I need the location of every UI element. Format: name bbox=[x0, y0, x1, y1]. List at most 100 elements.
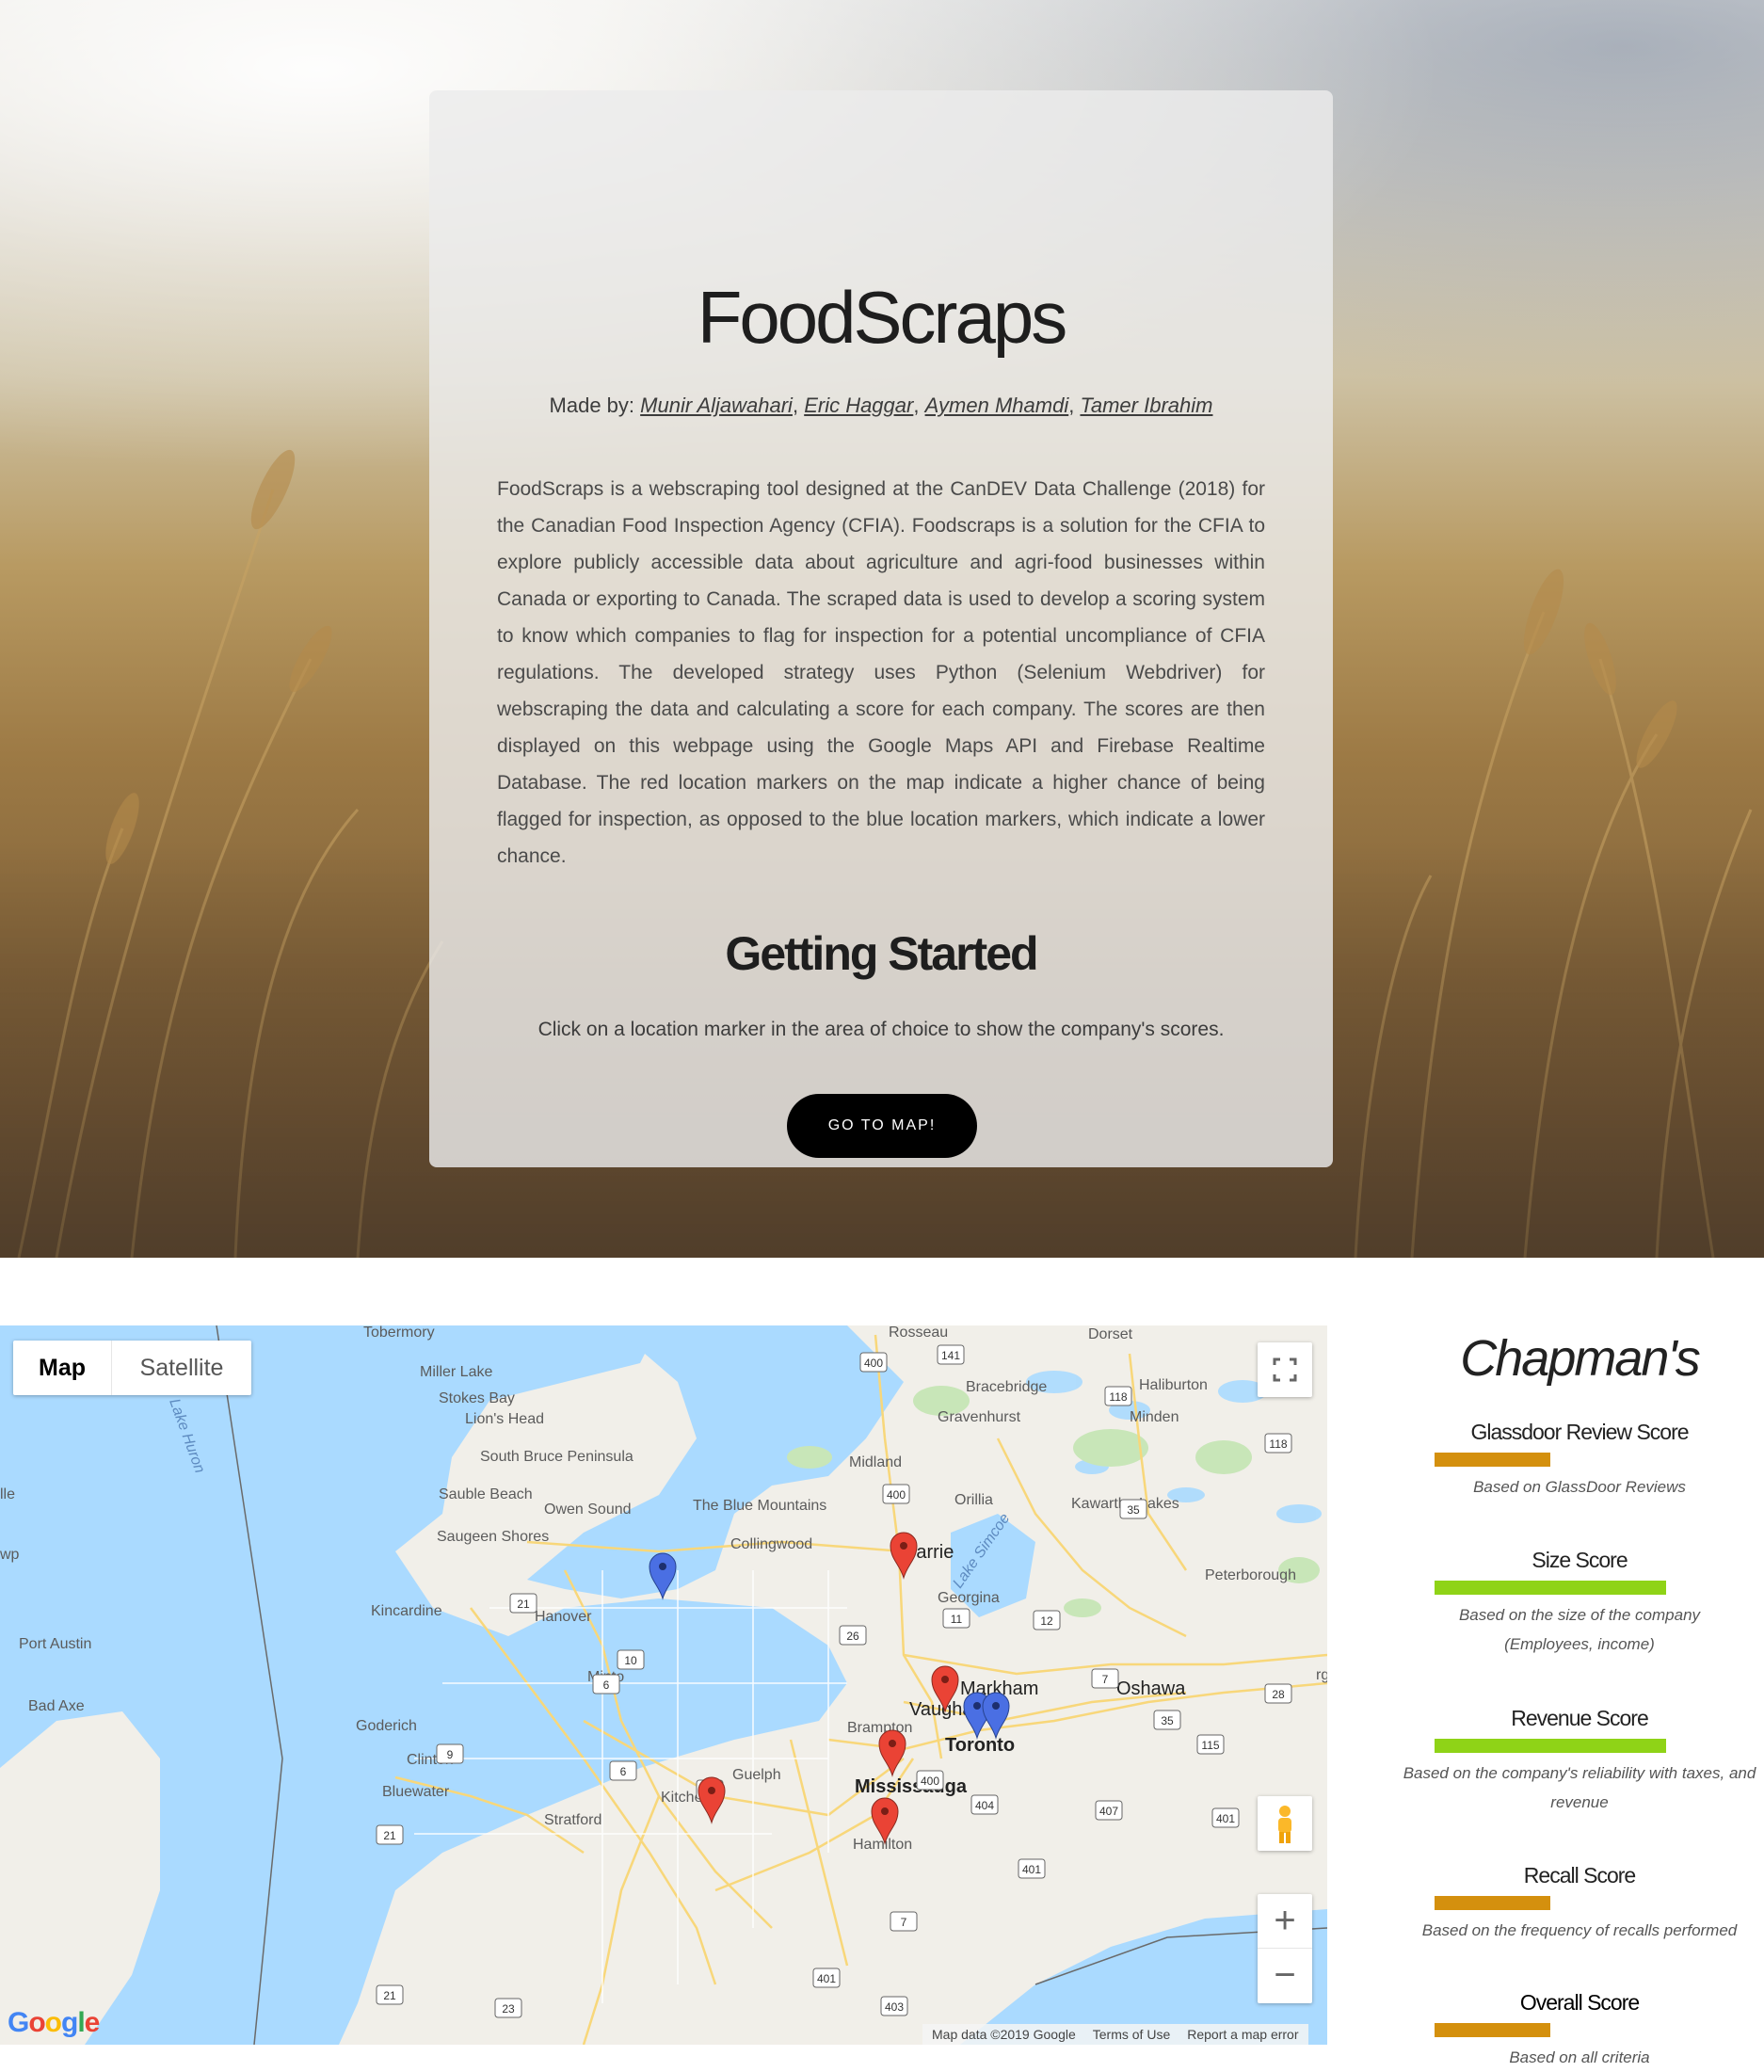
road-shield-number: 26 bbox=[846, 1630, 859, 1643]
road-shield-number: 401 bbox=[1022, 1863, 1041, 1876]
map-place-label: Orillia bbox=[954, 1492, 993, 1508]
map-type-satellite-button[interactable]: Satellite bbox=[112, 1341, 251, 1395]
zoom-out-button[interactable]: − bbox=[1258, 1949, 1312, 2003]
road-shield-number: 118 bbox=[1269, 1438, 1287, 1451]
road-shield-number: 141 bbox=[941, 1349, 960, 1362]
map-place-label: Peterborough bbox=[1205, 1567, 1296, 1583]
map-place-label: wp bbox=[0, 1547, 20, 1563]
road-shield: 403 bbox=[880, 1996, 908, 2016]
score-bar bbox=[1435, 1739, 1666, 1753]
map-place-label: lle bbox=[0, 1486, 15, 1502]
road-shield: 35 bbox=[1153, 1710, 1181, 1730]
zoom-in-button[interactable]: + bbox=[1258, 1894, 1312, 1949]
location-marker-red[interactable] bbox=[698, 1776, 726, 1824]
report-map-error-link[interactable]: Report a map error bbox=[1187, 2024, 1298, 2045]
score-block: Revenue Score Based on the company's reli… bbox=[1374, 1706, 1764, 1817]
map-place-label: Port Austin bbox=[19, 1636, 91, 1652]
road-shield: 401 bbox=[812, 1968, 841, 1988]
road-shield: 23 bbox=[494, 1998, 522, 2018]
road-shield-number: 21 bbox=[383, 1829, 396, 1842]
road-shield-number: 115 bbox=[1201, 1739, 1219, 1752]
road-shield: 401 bbox=[1018, 1858, 1046, 1879]
road-shield: 28 bbox=[1264, 1683, 1292, 1704]
road-shield: 35 bbox=[1119, 1499, 1147, 1519]
author-link-munir[interactable]: Munir Aljawahari bbox=[640, 394, 793, 417]
road-shield: 118 bbox=[1104, 1386, 1132, 1406]
road-shield-number: 10 bbox=[624, 1654, 637, 1667]
road-shield: 21 bbox=[509, 1593, 537, 1614]
road-shield: 115 bbox=[1196, 1734, 1225, 1755]
score-name: Overall Score bbox=[1519, 1990, 1640, 2015]
score-bar bbox=[1435, 1453, 1550, 1467]
map-type-map-button[interactable]: Map bbox=[13, 1341, 112, 1395]
road-shield: 401 bbox=[1211, 1807, 1240, 1828]
score-name: Size Score bbox=[1531, 1548, 1628, 1572]
authors-line: Made by: Munir Aljawahari, Eric Haggar, … bbox=[549, 394, 1213, 417]
author-link-eric[interactable]: Eric Haggar bbox=[804, 394, 913, 417]
road-shield: 10 bbox=[617, 1649, 645, 1670]
map-place-label: Guelph bbox=[732, 1767, 781, 1783]
road-shield-number: 35 bbox=[1127, 1503, 1140, 1517]
score-description: Based on the size of the company (Employ… bbox=[1458, 1606, 1701, 1653]
score-description: Based on the company's reliability with … bbox=[1403, 1764, 1756, 1811]
company-score-panel: Chapman's Glassdoor Review Score Based on… bbox=[1374, 1325, 1764, 2066]
road-shield: 400 bbox=[859, 1352, 888, 1373]
road-shield: 400 bbox=[882, 1484, 910, 1504]
getting-started-heading: Getting Started bbox=[725, 927, 1038, 980]
map-place-label: Dorset bbox=[1088, 1326, 1133, 1342]
score-bar bbox=[1435, 1896, 1550, 1910]
map-place-label: Goderich bbox=[356, 1718, 417, 1734]
author-link-tamer[interactable]: Tamer Ibrahim bbox=[1080, 394, 1212, 417]
score-block: Overall Score Based on all criteria bbox=[1374, 1990, 1764, 2072]
road-shield: 404 bbox=[970, 1794, 999, 1815]
map-data-credit: Map data ©2019 Google bbox=[932, 2027, 1076, 2042]
fullscreen-button[interactable] bbox=[1258, 1342, 1312, 1397]
terms-of-use-link[interactable]: Terms of Use bbox=[1093, 2024, 1170, 2045]
map-place-label: Haliburton bbox=[1139, 1377, 1208, 1393]
map-canvas[interactable]: Tobermory Rosseau Dorset Miller Lake Bracebr… bbox=[0, 1325, 1327, 2045]
map-place-label: Hanover bbox=[535, 1609, 592, 1625]
road-shield: 21 bbox=[376, 1984, 404, 2005]
road-shield: 12 bbox=[1033, 1610, 1061, 1630]
map-place-label: Gravenhurst bbox=[938, 1409, 1021, 1425]
google-map[interactable]: Tobermory Rosseau Dorset Miller Lake Bracebr… bbox=[0, 1325, 1327, 2045]
road-shield-number: 6 bbox=[603, 1678, 610, 1692]
score-block: Size Score Based on the size of the compa… bbox=[1374, 1548, 1764, 1659]
road-shield: 141 bbox=[937, 1344, 965, 1365]
made-by-label: Made by: bbox=[549, 394, 635, 417]
score-bar bbox=[1435, 1581, 1666, 1595]
road-shield-number: 118 bbox=[1109, 1390, 1127, 1404]
score-description: Based on GlassDoor Reviews bbox=[1473, 1478, 1686, 1496]
map-place-label: Bad Axe bbox=[28, 1698, 85, 1714]
go-to-map-button[interactable]: GO TO MAP! bbox=[787, 1094, 977, 1158]
google-logo[interactable]: Google bbox=[8, 2007, 100, 2039]
map-place-label: Georgina bbox=[938, 1590, 1000, 1606]
street-view-pegman-button[interactable] bbox=[1258, 1796, 1312, 1851]
company-name: Chapman's bbox=[1460, 1330, 1700, 1387]
map-place-label: South Bruce Peninsula bbox=[480, 1449, 633, 1465]
pegman-icon bbox=[1278, 1806, 1291, 1843]
location-marker-red[interactable] bbox=[890, 1532, 918, 1580]
author-link-aymen[interactable]: Aymen Mhamdi bbox=[925, 394, 1069, 417]
score-block: Glassdoor Review Score Based on GlassDoor… bbox=[1374, 1420, 1764, 1502]
project-description: FoodScraps is a webscraping tool designe… bbox=[497, 478, 1265, 867]
road-shield-number: 7 bbox=[901, 1916, 907, 1929]
map-place-label: Kincardine bbox=[371, 1603, 442, 1619]
road-shield-number: 400 bbox=[921, 1775, 939, 1788]
road-shield: 118 bbox=[1264, 1433, 1292, 1454]
map-place-label: Saugeen Shores bbox=[437, 1529, 549, 1545]
map-place-label: Rosseau bbox=[889, 1325, 948, 1341]
road-shield-number: 35 bbox=[1161, 1714, 1174, 1727]
score-bar bbox=[1435, 2023, 1550, 2037]
map-place-label: Lion's Head bbox=[465, 1411, 544, 1427]
map-place-label: The Blue Mountains bbox=[693, 1498, 826, 1514]
map-place-label: Oshawa bbox=[1116, 1678, 1186, 1699]
road-shield-number: 23 bbox=[502, 2002, 515, 2016]
road-shield-number: 6 bbox=[620, 1765, 627, 1778]
road-shield-number: 28 bbox=[1272, 1688, 1285, 1701]
map-place-label: rg bbox=[1316, 1667, 1327, 1683]
zoom-control: + − bbox=[1258, 1894, 1312, 2003]
road-shield: 9 bbox=[436, 1743, 464, 1764]
location-marker-blue[interactable] bbox=[982, 1692, 1010, 1740]
location-marker-red[interactable] bbox=[878, 1729, 906, 1777]
